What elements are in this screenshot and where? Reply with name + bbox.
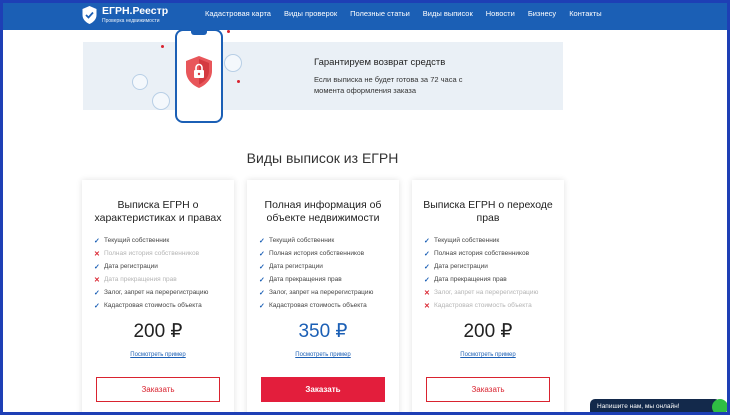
cross-icon: ✕ — [424, 289, 430, 297]
feature-item: ✓ Залог, запрет на перерегистрацию — [94, 286, 208, 299]
logo[interactable]: ЕГРН.Реестр Проверка недвижимости — [81, 5, 168, 25]
feature-text: Кадастровая стоимость объекта — [269, 302, 367, 309]
example-link-full[interactable]: Посмотреть пример — [247, 352, 399, 358]
feature-text: Полная история собственников — [104, 250, 200, 257]
nav-extract-types[interactable]: Виды выписок — [423, 9, 473, 18]
nav-news[interactable]: Новости — [486, 9, 515, 18]
feature-list: ✓ Текущий собственник ✓ Полная история соб… — [424, 234, 538, 312]
decor-circle — [132, 74, 148, 90]
feature-text: Дата регистрации — [434, 263, 488, 270]
phone-notch — [191, 31, 207, 35]
top-header: ЕГРН.Реестр Проверка недвижимости Кадаст… — [0, 0, 730, 30]
check-icon: ✓ — [259, 302, 265, 310]
feature-text: Полная история собственников — [269, 250, 365, 257]
check-icon: ✓ — [259, 289, 265, 297]
cross-icon: ✕ — [94, 250, 100, 258]
feature-item: ✕ Дата прекращения прав — [94, 273, 208, 286]
price-basic: 200 ₽ — [133, 321, 183, 342]
card-title: Выписка ЕГРН о характеристиках и правах — [94, 199, 222, 224]
order-button-basic[interactable]: Заказать — [96, 377, 220, 402]
feature-item: ✕ Кадастровая стоимость объекта — [424, 299, 538, 312]
feature-text: Дата прекращения прав — [269, 276, 342, 283]
chat-widget[interactable]: Напишите нам, мы онлайн! — [590, 399, 728, 415]
feature-text: Кадастровая стоимость объекта — [104, 302, 202, 309]
check-icon: ✓ — [94, 263, 100, 271]
feature-text: Залог, запрет на перерегистрацию — [104, 289, 209, 296]
feature-text: Текущий собственник — [434, 237, 500, 244]
feature-text: Дата регистрации — [104, 263, 158, 270]
example-link-transfer[interactable]: Посмотреть пример — [412, 352, 564, 358]
nav-business[interactable]: Бизнесу — [528, 9, 556, 18]
chat-icon[interactable] — [712, 399, 728, 415]
price-full: 350 ₽ — [298, 321, 348, 342]
feature-text: Дата прекращения прав — [434, 276, 507, 283]
check-icon: ✓ — [259, 237, 265, 245]
feature-list: ✓ Текущий собственник ✕ Полная история соб… — [94, 234, 208, 312]
check-icon: ✓ — [259, 276, 265, 284]
feature-text: Залог, запрет на перерегистрацию — [269, 289, 374, 296]
card-title: Выписка ЕГРН о переходе прав — [423, 199, 553, 224]
example-link-basic[interactable]: Посмотреть пример — [82, 352, 234, 358]
nav-articles[interactable]: Полезные статьи — [350, 9, 410, 18]
check-icon: ✓ — [424, 276, 430, 284]
chat-label: Напишите нам, мы онлайн! — [597, 403, 680, 410]
decor-circle — [152, 92, 170, 110]
feature-item: ✕ Залог, запрет на перерегистрацию — [424, 286, 538, 299]
feature-item: ✓ Дата регистрации — [94, 260, 208, 273]
feature-item: ✓ Дата прекращения прав — [424, 273, 538, 286]
main-nav: Кадастровая карта Виды проверок Полезные… — [205, 9, 615, 18]
cross-icon: ✕ — [94, 276, 100, 284]
feature-item: ✓ Текущий собственник — [259, 234, 373, 247]
order-button-full[interactable]: Заказать — [261, 377, 385, 402]
check-icon: ✓ — [424, 250, 430, 258]
banner-title: Гарантируем возврат средств — [314, 57, 446, 68]
feature-text: Текущий собственник — [269, 237, 335, 244]
check-icon: ✓ — [94, 289, 100, 297]
feature-text: Кадастровая стоимость объекта — [434, 302, 532, 309]
decor-circle — [224, 54, 242, 72]
feature-item: ✓ Кадастровая стоимость объекта — [259, 299, 373, 312]
check-icon: ✓ — [94, 237, 100, 245]
shield-lock-icon — [186, 56, 212, 88]
logo-shield-icon — [82, 6, 97, 24]
logo-name: ЕГРН.Реестр — [102, 5, 169, 18]
check-icon: ✓ — [259, 250, 265, 258]
check-icon: ✓ — [424, 237, 430, 245]
nav-cadastral-map[interactable]: Кадастровая карта — [205, 9, 271, 18]
feature-item: ✓ Дата регистрации — [259, 260, 373, 273]
section-title: Виды выписок из ЕГРН — [246, 150, 399, 166]
feature-item: ✓ Залог, запрет на перерегистрацию — [259, 286, 373, 299]
decor-dot — [161, 45, 164, 48]
feature-item: ✓ Кадастровая стоимость объекта — [94, 299, 208, 312]
feature-item: ✓ Дата прекращения прав — [259, 273, 373, 286]
decor-dot — [237, 80, 240, 83]
cross-icon: ✕ — [424, 302, 430, 310]
order-button-transfer[interactable]: Заказать — [426, 377, 550, 402]
feature-item: ✓ Дата регистрации — [424, 260, 538, 273]
feature-text: Залог, запрет на перерегистрацию — [434, 289, 539, 296]
feature-item: ✕ Полная история собственников — [94, 247, 208, 260]
check-icon: ✓ — [259, 263, 265, 271]
check-icon: ✓ — [94, 302, 100, 310]
feature-text: Текущий собственник — [104, 237, 170, 244]
decor-dot — [227, 30, 230, 33]
feature-text: Дата прекращения прав — [104, 276, 177, 283]
phone-illustration — [175, 29, 223, 123]
nav-contacts[interactable]: Контакты — [569, 9, 601, 18]
feature-item: ✓ Текущий собственник — [424, 234, 538, 247]
price-transfer: 200 ₽ — [463, 321, 513, 342]
logo-subtitle: Проверка недвижимости — [102, 17, 160, 24]
banner-text: Если выписка не будет готова за 72 часа … — [314, 75, 463, 95]
card-title: Полная информация об объекте недвижимост… — [264, 199, 382, 224]
check-icon: ✓ — [424, 263, 430, 271]
nav-check-types[interactable]: Виды проверок — [284, 9, 337, 18]
feature-item: ✓ Полная история собственников — [259, 247, 373, 260]
feature-list: ✓ Текущий собственник ✓ Полная история соб… — [259, 234, 373, 312]
feature-item: ✓ Полная история собственников — [424, 247, 538, 260]
feature-text: Дата регистрации — [269, 263, 323, 270]
feature-text: Полная история собственников — [434, 250, 530, 257]
feature-item: ✓ Текущий собственник — [94, 234, 208, 247]
